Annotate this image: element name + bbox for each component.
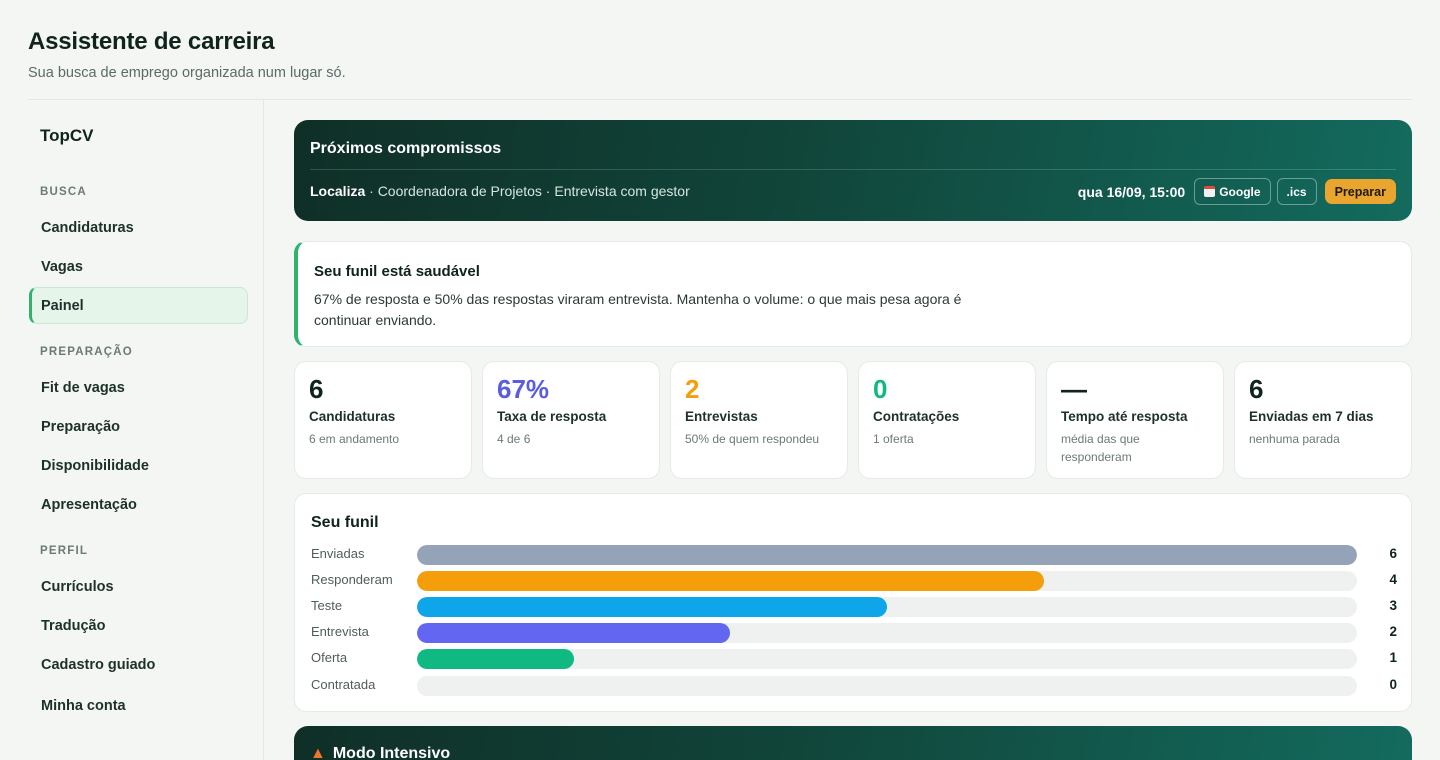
stat-subtext: 6 em andamento [309, 432, 400, 446]
funnel-bar-fill [417, 571, 1044, 591]
funnel-bar-track [417, 676, 1357, 696]
sidebar-item-preparacao[interactable]: Preparação [29, 408, 248, 445]
intensive-mode-label: Modo Intensivo [332, 745, 451, 760]
stat-card-entrevistas: 2 Entrevistas 50% de quem respondeu [670, 361, 848, 479]
funnel-row-oferta: Oferta 1 [295, 649, 1411, 669]
intensive-mode-title: ▲ Modo Intensivo [310, 745, 450, 760]
funnel-row-label: Contratada [311, 677, 376, 692]
brand-logo[interactable]: TopCV [40, 126, 94, 146]
funnel-bar-fill [417, 545, 1357, 565]
funnel-row-teste: Teste 3 [295, 597, 1411, 617]
sidebar-item-painel[interactable]: Painel [29, 287, 248, 324]
sidebar-item-cadastro-guiado[interactable]: Cadastro guiado [29, 646, 248, 683]
stat-label: Entrevistas [685, 409, 758, 424]
appointments-title: Próximos compromissos [310, 140, 502, 157]
sidebar-section-perfil: PERFIL [40, 545, 89, 557]
funnel-health-card: Seu funil está saudável 67% de resposta … [294, 241, 1412, 347]
appointments-card: Próximos compromissos Localiza · Coorden… [294, 120, 1412, 221]
page-header: Assistente de carreira Sua busca de empr… [28, 28, 346, 81]
funnel-row-enviadas: Enviadas 6 [295, 545, 1411, 565]
prepare-button[interactable]: Preparar [1324, 179, 1396, 204]
funnel-row-label: Responderam [311, 572, 393, 587]
funnel-bar-track [417, 649, 1357, 669]
stat-label: Candidaturas [309, 409, 396, 424]
appointment-datetime: qua 16/09, 15:00 [1077, 183, 1186, 200]
funnel-row-value: 4 [1389, 572, 1397, 587]
appointments-divider [310, 169, 1396, 170]
sidebar-section-preparacao: PREPARAÇÃO [40, 346, 133, 358]
funnel-row-label: Enviadas [311, 546, 365, 561]
stat-value: 67% [497, 374, 550, 404]
stat-subtext: 4 de 6 [497, 432, 531, 446]
stat-card-contratacoes: 0 Contratações 1 oferta [858, 361, 1036, 479]
health-title: Seu funil está saudável [314, 263, 480, 280]
stat-value: 6 [1249, 374, 1264, 404]
funnel-card: Seu funil Enviadas 6 Responderam 4 Teste… [294, 493, 1412, 712]
sidebar-item-candidaturas[interactable]: Candidaturas [29, 209, 248, 246]
stat-subtext: média das que responderam [1061, 432, 1140, 464]
funnel-row-value: 0 [1389, 677, 1397, 692]
stat-value: 2 [685, 374, 700, 404]
funnel-row-responderam: Responderam 4 [295, 571, 1411, 591]
stat-card-candidaturas: 6 Candidaturas 6 em andamento [294, 361, 472, 479]
sidebar-item-curriculos[interactable]: Currículos [29, 568, 248, 605]
stat-subtext: 1 oferta [873, 432, 914, 446]
funnel-row-label: Teste [311, 598, 343, 613]
download-ics-button[interactable]: .ics [1276, 178, 1317, 205]
appointment-details: · Coordenadora de Projetos · Entrevista … [365, 183, 690, 199]
sidebar-item-apresentacao[interactable]: Apresentação [29, 486, 248, 523]
add-to-google-calendar-button[interactable]: Google [1194, 178, 1271, 205]
stat-label: Tempo até resposta [1061, 409, 1188, 424]
funnel-row-value: 1 [1389, 650, 1397, 665]
funnel-row-entrevista: Entrevista 2 [295, 623, 1411, 643]
appointment-actions: qua 16/09, 15:00 Google .ics Preparar [1078, 178, 1396, 205]
funnel-bar-track [417, 597, 1357, 617]
funnel-bar-track [417, 545, 1357, 565]
flame-icon: ▲ [310, 745, 326, 760]
funnel-bar-fill [417, 649, 574, 669]
funnel-row-value: 3 [1389, 598, 1397, 613]
calendar-icon [1204, 186, 1216, 197]
stat-subtext: 50% de quem respondeu [685, 432, 820, 446]
funnel-row-label: Entrevista [311, 624, 369, 639]
sidebar-section-busca: BUSCA [40, 186, 87, 198]
stat-value: 0 [873, 374, 888, 404]
stat-label: Taxa de resposta [497, 409, 607, 424]
stat-card-taxa-de-resposta: 67% Taxa de resposta 4 de 6 [482, 361, 660, 479]
sidebar-item-minha-conta[interactable]: Minha conta [29, 687, 248, 724]
funnel-title: Seu funil [311, 514, 379, 531]
sidebar-item-fit-de-vagas[interactable]: Fit de vagas [29, 369, 248, 406]
funnel-row-value: 2 [1389, 624, 1397, 639]
sidebar-item-disponibilidade[interactable]: Disponibilidade [29, 447, 248, 484]
sidebar-item-vagas[interactable]: Vagas [29, 248, 248, 285]
funnel-row-label: Oferta [311, 650, 348, 665]
stat-card-enviadas-7-dias: 6 Enviadas em 7 dias nenhuma parada [1234, 361, 1412, 479]
intensive-mode-card: ▲ Modo Intensivo [294, 726, 1412, 760]
stat-value: — [1061, 374, 1087, 404]
page-subtitle: Sua busca de emprego organizada num luga… [28, 65, 346, 81]
stat-subtext: nenhuma parada [1249, 432, 1340, 446]
funnel-bar-fill [417, 597, 887, 617]
funnel-row-contratada: Contratada 0 [295, 676, 1411, 696]
google-button-label: Google [1219, 184, 1261, 199]
page-title: Assistente de carreira [28, 28, 275, 55]
sidebar-item-traducao[interactable]: Tradução [29, 607, 248, 644]
funnel-bar-track [417, 571, 1357, 591]
sidebar: TopCV BUSCA Candidaturas Vagas Painel PR… [28, 100, 264, 760]
stat-label: Enviadas em 7 dias [1249, 409, 1374, 424]
funnel-bar-track [417, 623, 1357, 643]
funnel-row-value: 6 [1389, 546, 1397, 561]
funnel-bar-fill [417, 623, 731, 643]
stat-label: Contratações [873, 409, 960, 424]
stat-value: 6 [309, 374, 324, 404]
stat-card-tempo-ate-resposta: — Tempo até resposta média das que respo… [1046, 361, 1224, 479]
appointment-company: Localiza [310, 183, 366, 199]
appointment-item: Localiza · Coordenadora de Projetos · En… [310, 183, 690, 199]
health-text: 67% de resposta e 50% das respostas vira… [314, 291, 962, 328]
